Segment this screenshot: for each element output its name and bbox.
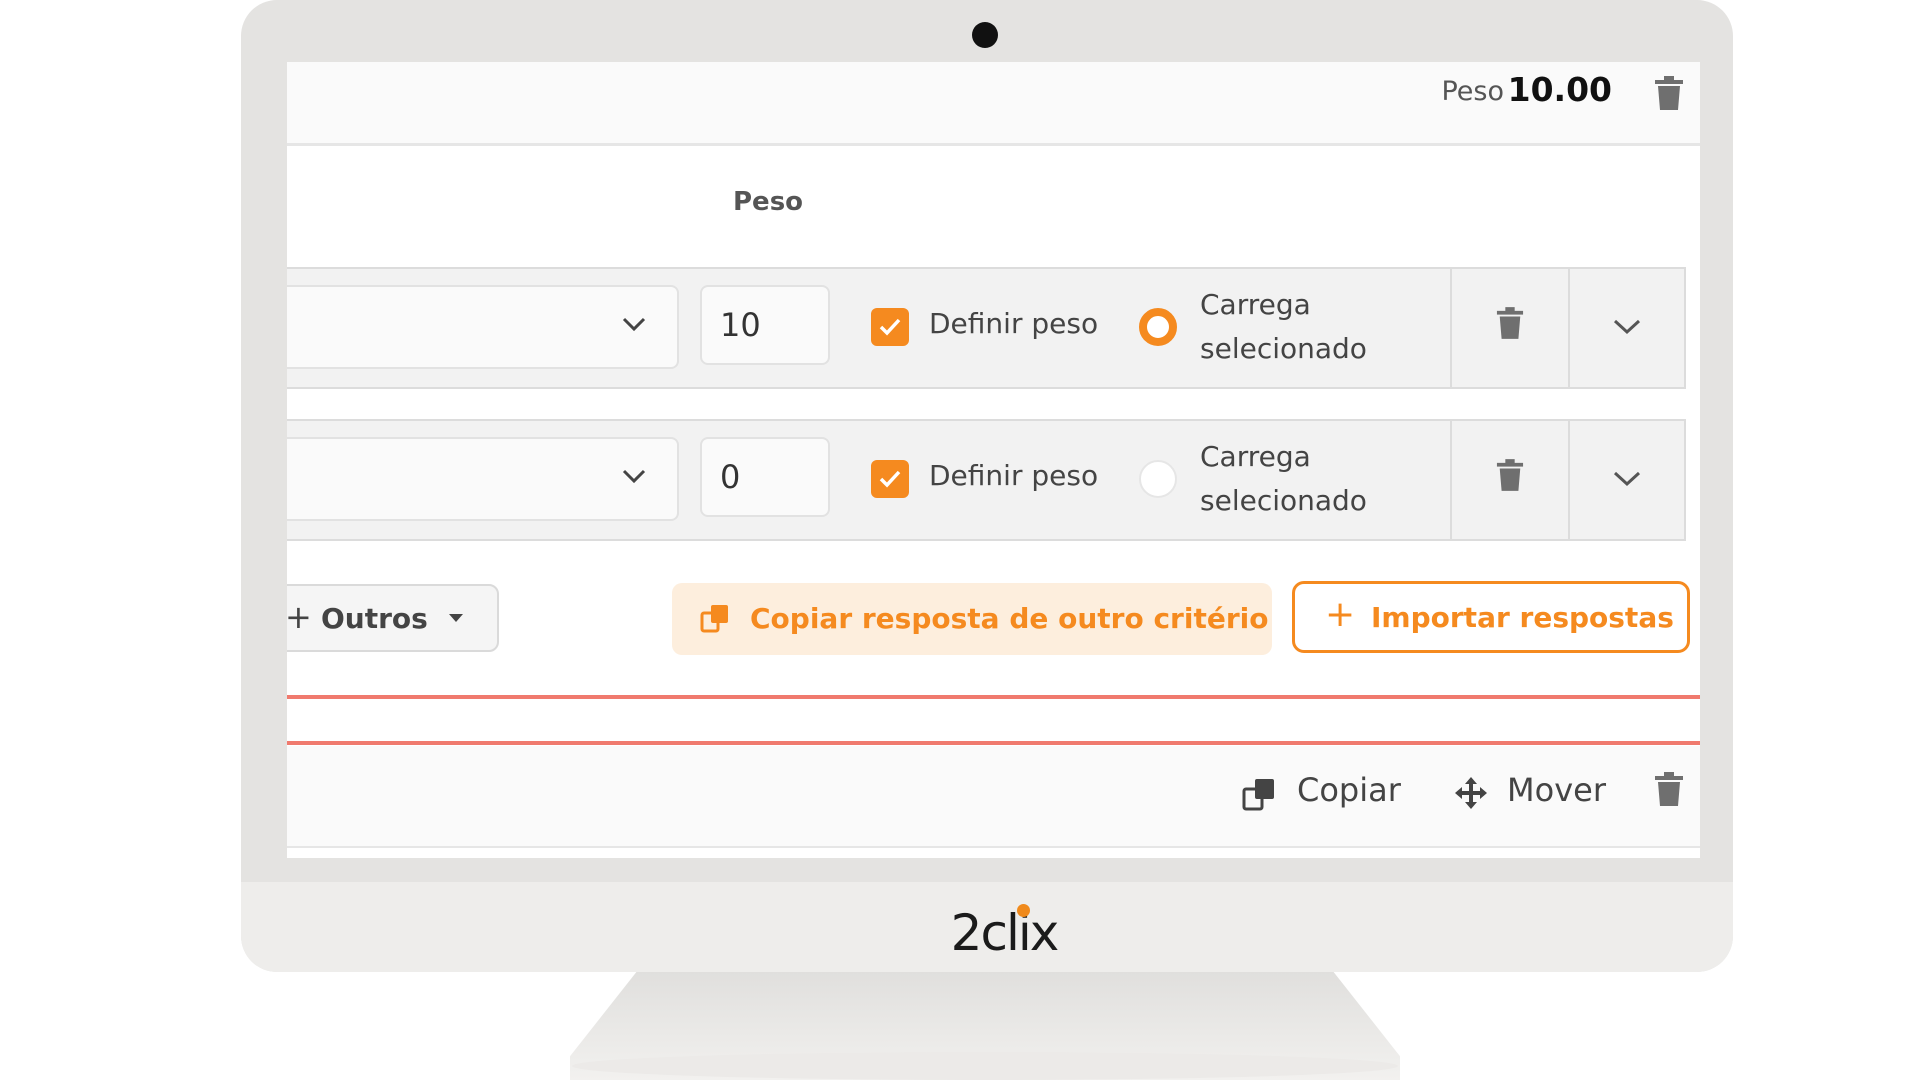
brand-logo-dot — [1017, 904, 1030, 917]
expand-row-button[interactable] — [1568, 269, 1686, 387]
move-icon — [1453, 775, 1489, 819]
caret-down-icon — [449, 614, 463, 622]
copy-icon — [700, 603, 730, 640]
screen: Peso 10.00 Peso Definir peso Carregasele… — [287, 62, 1700, 858]
copy-from-criterion-button[interactable]: Copiar resposta de outro critério — [672, 583, 1272, 655]
answer-select[interactable] — [287, 285, 679, 369]
brand-logo: 2clix — [950, 904, 1060, 962]
chevron-down-icon — [1612, 465, 1642, 495]
weight-value: 10.00 — [1507, 70, 1612, 109]
table-row: Definir peso Carregaselecionado — [287, 419, 1686, 541]
criterion-footer: Copiar Mover — [287, 746, 1700, 848]
weight-input[interactable] — [700, 437, 830, 517]
copy-from-criterion-label: Copiar resposta de outro critério — [750, 602, 1269, 635]
chevron-down-icon — [1612, 313, 1642, 343]
trash-icon[interactable] — [1654, 76, 1684, 110]
weight-input[interactable] — [700, 285, 830, 365]
trash-icon — [1496, 459, 1524, 491]
loads-selected-label: Carrega selecionado — [1200, 440, 1367, 517]
delete-row-button[interactable] — [1450, 421, 1568, 539]
copy-icon — [1242, 777, 1276, 819]
loads-selected-label: Carrega selecionado — [1200, 288, 1367, 365]
monitor-stand-base — [572, 1052, 1398, 1080]
chevron-down-icon — [621, 463, 647, 493]
delete-row-button[interactable] — [1450, 269, 1568, 387]
table-row: Definir peso Carregaselecionado — [287, 267, 1686, 389]
trash-icon[interactable] — [1654, 772, 1684, 806]
define-weight-checkbox[interactable] — [871, 460, 909, 498]
chevron-down-icon — [621, 311, 647, 341]
criterion-header: Peso 10.00 — [287, 62, 1700, 146]
define-weight-label: Definir peso — [929, 307, 1099, 340]
import-answers-label: Importar respostas — [1371, 601, 1674, 634]
plus-icon: + — [287, 598, 312, 636]
move-label: Mover — [1507, 771, 1606, 809]
loads-selected-radio[interactable] — [1139, 308, 1177, 346]
define-weight-label: Definir peso — [929, 459, 1099, 492]
camera-icon — [972, 22, 998, 48]
define-weight-checkbox[interactable] — [871, 308, 909, 346]
plus-icon: + — [1325, 594, 1356, 635]
expand-row-button[interactable] — [1568, 421, 1686, 539]
others-dropdown-button[interactable]: + Outros — [287, 584, 499, 652]
divider — [287, 695, 1700, 699]
loads-selected-radio[interactable] — [1139, 460, 1177, 498]
import-answers-button[interactable]: + Importar respostas — [1292, 581, 1690, 653]
copy-label: Copiar — [1297, 771, 1401, 809]
divider — [287, 741, 1700, 745]
weight-column-header: Peso — [733, 187, 804, 217]
trash-icon — [1496, 307, 1524, 339]
others-label: Outros — [321, 602, 428, 635]
answer-select[interactable] — [287, 437, 679, 521]
weight-label: Peso — [1441, 76, 1504, 107]
